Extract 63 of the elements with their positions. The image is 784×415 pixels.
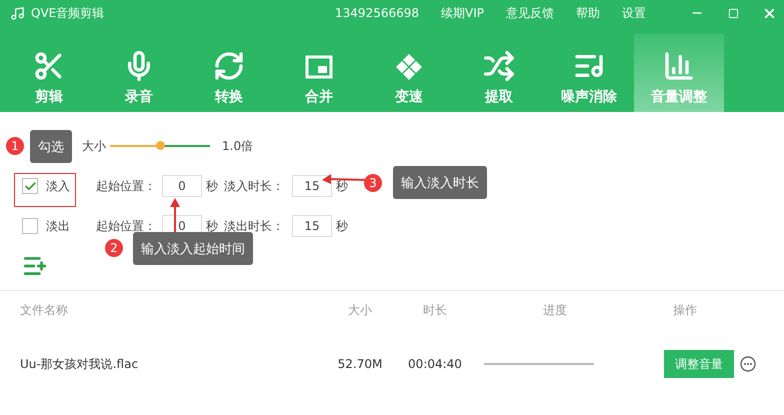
header-link[interactable]: 帮助 <box>576 4 600 22</box>
tab-label: 转换 <box>215 88 243 106</box>
diamond-cross-icon <box>394 52 424 82</box>
tab-label: 提取 <box>485 88 513 106</box>
checkbox[interactable] <box>22 218 38 234</box>
nav-tab[interactable]: 剪辑 <box>4 34 94 112</box>
column-header: 进度 <box>542 302 568 318</box>
refresh-icon <box>213 50 245 82</box>
highlight-frame <box>14 173 76 207</box>
step-number: 2 <box>105 239 123 257</box>
field-label: 起始位置： <box>96 218 156 234</box>
field-label: 淡出时长： <box>224 218 284 234</box>
header-link[interactable]: 设置 <box>622 4 646 22</box>
volume-reading: 1.0倍 <box>222 138 254 154</box>
callout-tooltip: 勾选 <box>30 130 72 163</box>
volume-label: 大小 <box>82 138 106 154</box>
nav-tab[interactable]: 录音 <box>94 34 184 112</box>
tab-label: 录音 <box>125 88 153 106</box>
column-header: 时长 <box>422 302 448 318</box>
maximize-icon[interactable] <box>728 8 738 18</box>
nav-tab[interactable]: 音量调整 <box>634 34 724 112</box>
music-note-icon <box>10 6 25 20</box>
unit-label: 秒 <box>336 178 348 194</box>
column-header: 文件名称 <box>20 302 69 318</box>
unit-label: 秒 <box>206 218 218 234</box>
column-header: 操作 <box>672 302 698 318</box>
unit-label: 秒 <box>336 218 348 234</box>
header-link[interactable]: 意见反馈 <box>506 4 554 22</box>
slider-thumb[interactable] <box>156 141 165 150</box>
tab-label: 合并 <box>305 88 333 106</box>
nav-tab[interactable]: 变速 <box>364 34 454 112</box>
callout-tooltip: 输入淡入时长 <box>393 166 487 199</box>
duration-field[interactable]: 15 <box>292 175 332 197</box>
more-icon[interactable] <box>740 356 756 372</box>
tab-label: 变速 <box>395 88 423 106</box>
bar-chart-icon <box>663 50 695 82</box>
header-link[interactable]: 续期VIP <box>441 4 484 22</box>
column-header: 大小 <box>347 302 373 318</box>
file-size: 52.70M <box>336 357 384 371</box>
adjust-volume-button[interactable]: 调整音量 <box>664 350 734 378</box>
field-label: 淡入时长： <box>224 178 284 194</box>
tab-label: 噪声消除 <box>561 88 617 106</box>
step-number: 1 <box>6 137 24 155</box>
checkbox-label: 淡入 <box>46 178 70 194</box>
tab-label: 音量调整 <box>651 88 707 106</box>
checkbox-label: 淡出 <box>46 218 70 234</box>
duration-field[interactable]: 15 <box>292 215 332 237</box>
field-label: 起始位置： <box>96 178 156 194</box>
nav-tab[interactable]: 噪声消除 <box>544 34 634 112</box>
window-title: QVE音频剪辑 <box>31 4 104 22</box>
phone-number: 13492566698 <box>335 6 420 20</box>
checkbox[interactable] <box>22 178 38 194</box>
shuffle-icon <box>483 50 515 82</box>
nav-tab[interactable]: 提取 <box>454 34 544 112</box>
step-number: 3 <box>364 174 382 192</box>
start-field[interactable]: 0 <box>162 175 202 197</box>
file-duration: 00:04:40 <box>407 357 463 371</box>
nav-tab[interactable]: 合并 <box>274 34 364 112</box>
tab-label: 剪辑 <box>35 88 63 106</box>
unit-label: 秒 <box>206 178 218 194</box>
file-name: Uu-那女孩对我说.flac <box>20 356 140 372</box>
callout-tooltip: 输入淡入起始时间 <box>133 232 253 265</box>
nav-tab[interactable]: 转换 <box>184 34 274 112</box>
